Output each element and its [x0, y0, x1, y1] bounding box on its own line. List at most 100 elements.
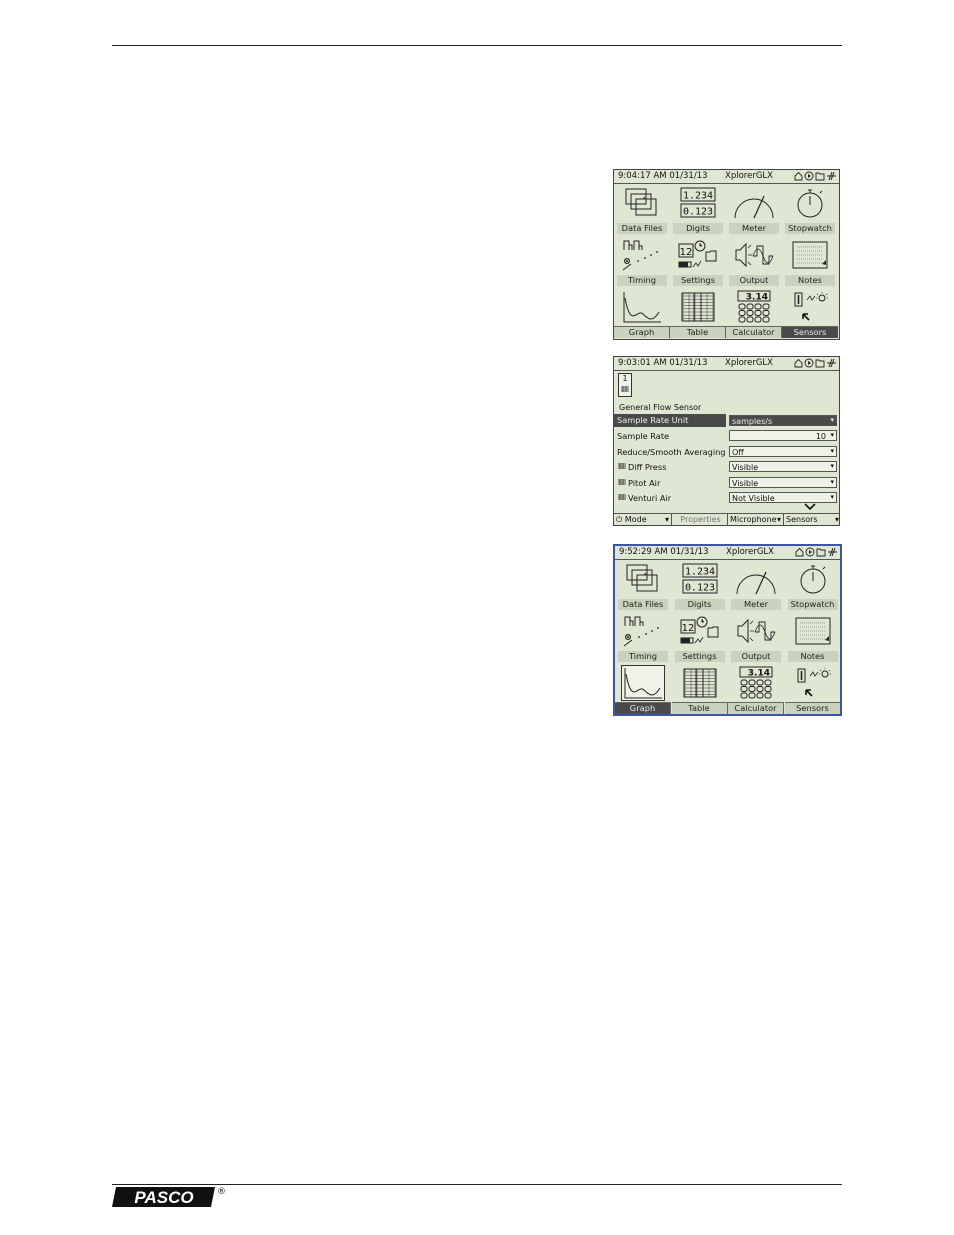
home-icon: [794, 358, 803, 368]
setting-value-dropdown[interactable]: Visible: [729, 461, 837, 473]
status-time: 9:03:01 AM 01/31/13: [618, 358, 708, 368]
graph-icon: [621, 665, 665, 701]
softkey-microphone[interactable]: Microphone ▾: [728, 514, 784, 525]
app-label: Settings: [673, 275, 723, 286]
data-files-icon: [621, 186, 663, 220]
app-label: Output: [729, 275, 779, 286]
status-icons: [794, 547, 838, 558]
power-icon: [827, 171, 836, 181]
calculator-display: 3.14: [746, 293, 768, 303]
settings-digit: 12: [680, 247, 693, 258]
setting-row-diff-press[interactable]: Diff Press Visible: [614, 460, 839, 475]
digits-bottom-value: 0.123: [683, 207, 713, 218]
output-icon: [733, 238, 775, 272]
app-label: Notes: [785, 275, 835, 286]
app-output[interactable]: Output: [728, 612, 784, 663]
status-title: XplorerGLX: [725, 358, 773, 368]
sensors-icon: [792, 666, 834, 700]
power-icon: [828, 547, 837, 557]
status-title: XplorerGLX: [726, 547, 774, 557]
folder-icon: [816, 548, 826, 557]
app-label: Timing: [617, 275, 667, 286]
setting-value-dropdown[interactable]: samples/s: [729, 415, 837, 426]
app-label: Stopwatch: [785, 223, 835, 234]
settings-icon: 12: [679, 614, 721, 648]
home-icon: [794, 171, 803, 181]
app-label: Calculator: [726, 326, 782, 338]
app-notes[interactable]: Notes: [785, 612, 841, 663]
app-calculator[interactable]: 3.14 Calculator: [726, 288, 782, 339]
app-meter[interactable]: Meter: [726, 184, 782, 235]
table-icon: [677, 290, 719, 324]
app-timing[interactable]: Timing: [614, 236, 670, 287]
setting-label: Sample Rate: [617, 431, 670, 442]
setting-row-reduce-smooth-averaging[interactable]: Reduce/Smooth Averaging Off: [614, 445, 839, 460]
meter-icon: [735, 562, 777, 596]
softkey-properties[interactable]: Properties: [672, 514, 728, 525]
app-sensors[interactable]: Sensors: [782, 288, 838, 339]
digits-bottom-value: 0.123: [684, 583, 714, 594]
app-digits[interactable]: 1.234 0.123 Digits: [672, 560, 728, 611]
graph-icon: [621, 290, 663, 324]
calculator-icon: 3.14: [733, 290, 775, 324]
app-label: Sensors: [782, 326, 838, 338]
app-data-files[interactable]: Data Files: [614, 184, 670, 235]
softkey-mode[interactable]: ⏻ Mode ▾: [614, 514, 672, 525]
app-data-files[interactable]: Data Files: [615, 560, 671, 611]
app-label: Data Files: [618, 599, 668, 610]
sensor-port-icon[interactable]: 1: [618, 373, 632, 397]
status-icons: [793, 358, 837, 369]
play-icon: [805, 547, 815, 557]
setting-row-sample-rate-unit[interactable]: Sample Rate Unit samples/s: [614, 414, 839, 429]
app-settings[interactable]: 12 Settings: [670, 236, 726, 287]
footer-rule: [112, 1184, 842, 1185]
status-time: 9:04:17 AM 01/31/13: [618, 171, 708, 181]
softkey-bar: ⏻ Mode ▾ Properties Microphone ▾ Sensors ▾: [614, 513, 839, 525]
app-stopwatch[interactable]: Stopwatch: [785, 560, 841, 611]
scroll-down-icon[interactable]: [804, 503, 816, 511]
app-table[interactable]: Table: [670, 288, 726, 339]
settings-icon: 12: [677, 238, 719, 272]
setting-value-dropdown[interactable]: Not Visible: [729, 492, 837, 503]
setting-value-dropdown[interactable]: Visible: [729, 476, 837, 488]
setting-value-dropdown[interactable]: 10: [729, 430, 837, 442]
app-label: Sensors: [784, 702, 840, 714]
app-label: Graph: [615, 702, 671, 714]
app-graph[interactable]: Graph: [615, 664, 671, 714]
app-digits[interactable]: 1.234 0.123 Digits: [670, 184, 726, 235]
setting-row-sample-rate[interactable]: Sample Rate 10: [614, 429, 839, 444]
setting-label: Reduce/Smooth Averaging: [617, 446, 726, 457]
home-icon: [795, 547, 804, 557]
setting-label: Sample Rate Unit: [614, 414, 726, 427]
measurement-icon: [617, 494, 627, 503]
app-graph[interactable]: Graph: [614, 288, 670, 339]
glx-sensor-screen: 9:03:01 AM 01/31/13 XplorerGLX 1 General…: [613, 356, 840, 526]
setting-value-dropdown[interactable]: Off: [729, 445, 837, 457]
app-meter[interactable]: Meter: [728, 560, 784, 611]
app-label: Meter: [731, 599, 781, 610]
app-label: Graph: [614, 326, 670, 338]
app-label: Table: [671, 702, 728, 714]
setting-label: Pitot Air: [617, 478, 660, 488]
softkey-sensors[interactable]: Sensors ▾: [784, 514, 839, 525]
app-notes[interactable]: Notes: [782, 236, 838, 287]
sensors-icon: [789, 290, 831, 324]
app-label: Data Files: [617, 223, 667, 234]
notes-icon: [792, 614, 834, 648]
app-sensors[interactable]: Sensors: [784, 664, 840, 714]
app-label: Calculator: [728, 702, 784, 714]
app-calculator[interactable]: 3.14 Calculator: [728, 664, 784, 714]
stopwatch-icon: [789, 186, 831, 220]
pasco-logo-text: PASCO: [134, 1188, 193, 1207]
app-settings[interactable]: 12 Settings: [672, 612, 728, 663]
calculator-display: 3.14: [748, 669, 770, 679]
app-table[interactable]: Table: [671, 664, 728, 714]
app-output[interactable]: Output: [726, 236, 782, 287]
app-timing[interactable]: Timing: [615, 612, 671, 663]
pasco-logo: PASCO: [112, 1187, 215, 1207]
glx-home-screen-2: 9:52:29 AM 01/31/13 XplorerGLX Data File…: [613, 544, 842, 716]
data-files-icon: [622, 562, 664, 596]
setting-row-pitot-air[interactable]: Pitot Air Visible: [614, 476, 839, 491]
app-label: Notes: [787, 651, 838, 662]
app-stopwatch[interactable]: Stopwatch: [782, 184, 838, 235]
